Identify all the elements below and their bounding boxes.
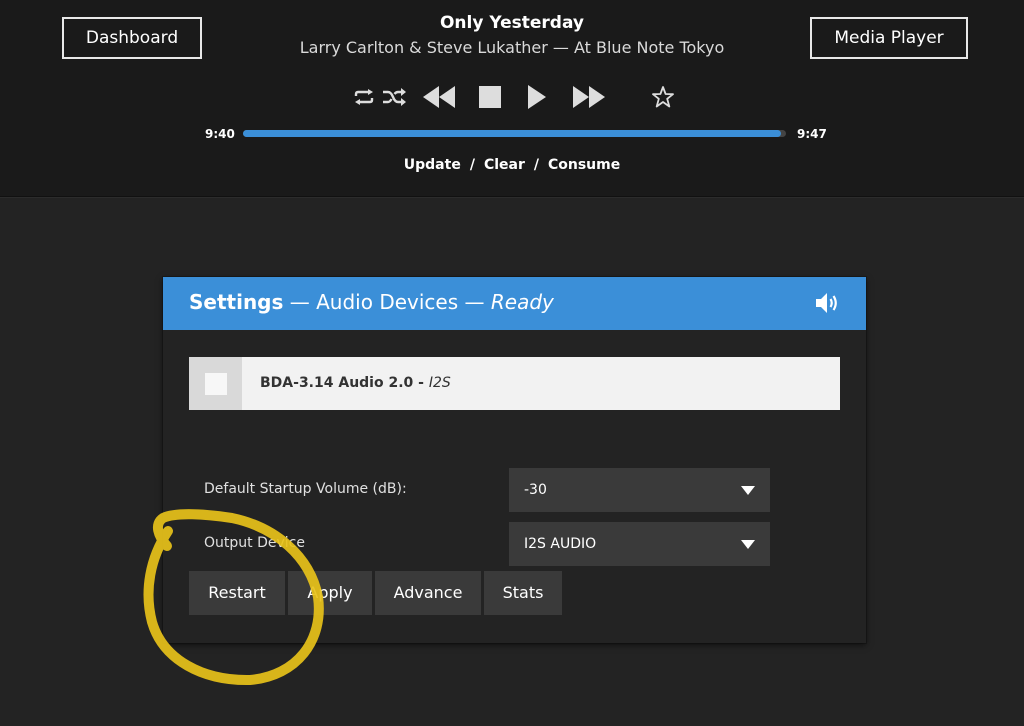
clear-link[interactable]: Clear (484, 157, 525, 173)
audio-device-row[interactable]: BDA-3.14 Audio 2.0 - I2S (189, 357, 840, 410)
apply-button[interactable]: Apply (288, 571, 372, 615)
elapsed-time: 9:40 (205, 127, 235, 141)
settings-header: Settings — Audio Devices — Ready (163, 277, 866, 330)
fast-forward-icon[interactable] (571, 82, 607, 112)
repeat-icon[interactable] (352, 82, 376, 112)
stats-button[interactable]: Stats (484, 571, 562, 615)
restart-button[interactable]: Restart (189, 571, 285, 615)
star-icon[interactable] (651, 82, 675, 112)
device-label: BDA-3.14 Audio 2.0 - I2S (260, 375, 451, 391)
progress-fill (243, 130, 781, 137)
speaker-icon[interactable] (815, 291, 841, 319)
rewind-icon[interactable] (421, 82, 457, 112)
progress-bar[interactable] (243, 130, 786, 137)
chevron-down-icon (741, 540, 755, 549)
total-time: 9:47 (797, 127, 827, 141)
queue-actions: Update / Clear / Consume (0, 157, 1024, 173)
volume-value: -30 (524, 482, 547, 498)
output-device-value: I2S AUDIO (524, 536, 597, 552)
separator: / (469, 157, 475, 173)
settings-title: Settings — Audio Devices — Ready (189, 290, 554, 314)
settings-status: Ready (490, 290, 554, 314)
volume-label: Default Startup Volume (dB): (204, 481, 407, 497)
playback-controls (0, 82, 1024, 112)
device-separator: - (413, 375, 429, 391)
title-separator: — (458, 290, 491, 314)
consume-link[interactable]: Consume (548, 157, 620, 173)
settings-section: Audio Devices (316, 290, 459, 314)
title-separator: — (283, 290, 317, 314)
chevron-down-icon (741, 486, 755, 495)
volume-select[interactable]: -30 (509, 468, 770, 512)
play-icon[interactable] (526, 82, 548, 112)
device-checkbox-cell (189, 357, 242, 410)
media-player-button[interactable]: Media Player (810, 17, 968, 59)
output-device-label: Output Device (204, 535, 305, 551)
device-type: I2S (428, 375, 451, 391)
output-device-select[interactable]: I2S AUDIO (509, 522, 770, 566)
advance-button[interactable]: Advance (375, 571, 481, 615)
player-bar: Dashboard Only Yesterday Larry Carlton &… (0, 0, 1024, 197)
shuffle-icon[interactable] (381, 82, 407, 112)
device-name: BDA-3.14 Audio 2.0 (260, 375, 414, 391)
separator: / (533, 157, 539, 173)
device-checkbox[interactable] (205, 373, 227, 395)
update-link[interactable]: Update (404, 157, 461, 173)
stop-icon[interactable] (477, 82, 503, 112)
settings-title-label: Settings (189, 290, 284, 314)
settings-panel: Settings — Audio Devices — Ready BDA-3.1… (163, 277, 866, 643)
